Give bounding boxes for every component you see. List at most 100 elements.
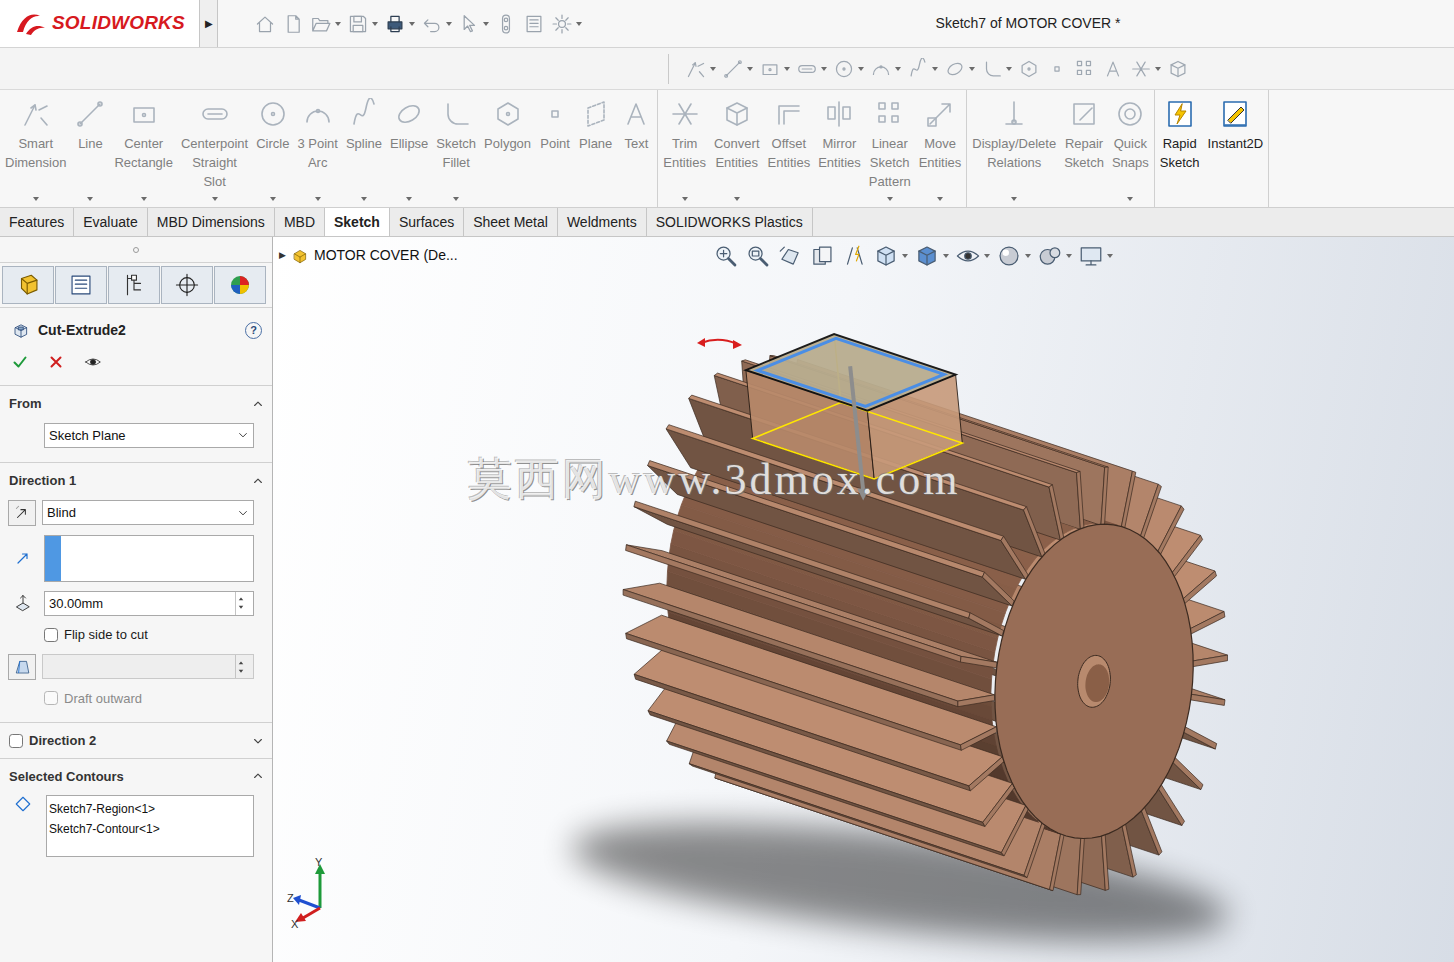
dimension-tool[interactable] [685, 58, 716, 80]
pattern-icon[interactable] [1074, 58, 1096, 80]
cancel-icon[interactable] [48, 354, 64, 370]
zoom-fit-icon[interactable] [713, 243, 739, 269]
command-button[interactable]: Instant2D [1204, 90, 1268, 207]
reverse-direction-icon[interactable] [13, 504, 31, 522]
command-button[interactable]: Circle [252, 90, 293, 207]
tree-part-label[interactable]: MOTOR COVER (De... [314, 245, 458, 266]
convert-tool[interactable] [1167, 58, 1189, 80]
dropdown-arrow-icon[interactable] [932, 67, 938, 71]
dropdown-arrow-icon[interactable] [1127, 197, 1133, 201]
dropdown-arrow-icon[interactable] [887, 197, 893, 201]
dropdown-arrow-icon[interactable] [821, 67, 827, 71]
file-properties-button[interactable] [523, 13, 545, 35]
draft-outward-checkbox[interactable] [44, 691, 58, 705]
gear-button[interactable] [551, 13, 582, 35]
dropdown-arrow-icon[interactable] [483, 22, 489, 26]
dropdown-arrow-icon[interactable] [943, 254, 949, 258]
command-button[interactable]: Linear Sketch Pattern [865, 90, 915, 207]
direction-selection-box[interactable] [44, 535, 254, 582]
solidworks-logo[interactable]: SOLIDWORKS [0, 0, 200, 47]
dropdown-arrow-icon[interactable] [361, 197, 367, 201]
depth-spinner[interactable] [44, 591, 254, 617]
scene-icon[interactable] [1037, 243, 1063, 269]
command-button[interactable]: Smart Dimension [1, 90, 70, 207]
dimxpert-icon[interactable] [174, 272, 200, 298]
view-orientation-button[interactable] [873, 243, 908, 269]
motor-model[interactable] [273, 237, 1454, 962]
command-button[interactable]: Sketch Fillet [432, 90, 480, 207]
feature-manager-tab[interactable] [2, 266, 54, 304]
circle-tool[interactable] [833, 58, 864, 80]
pattern-tool[interactable] [1074, 58, 1096, 80]
contours-list[interactable]: Sketch7-Region<1>Sketch7-Contour<1> [46, 795, 254, 857]
spin-down-icon[interactable] [236, 667, 246, 676]
offset-icon[interactable] [773, 98, 805, 130]
chevron-icon[interactable] [252, 735, 264, 747]
print-button[interactable] [384, 13, 415, 35]
move-icon[interactable] [924, 98, 956, 130]
arc-tool[interactable] [870, 58, 901, 80]
chevron-icon[interactable] [252, 398, 264, 410]
text-icon[interactable] [620, 98, 652, 130]
configuration-icon[interactable] [121, 272, 147, 298]
menu-toggle-button[interactable]: ▶ [200, 0, 218, 47]
dropdown-chevron-icon[interactable] [237, 429, 249, 441]
arc-icon[interactable] [302, 98, 334, 130]
ellipse-icon[interactable] [393, 98, 425, 130]
dynamic-annotation-button[interactable] [841, 243, 867, 269]
dropdown-arrow-icon[interactable] [372, 22, 378, 26]
ellipse-icon[interactable] [944, 58, 966, 80]
display-manager-icon[interactable] [227, 272, 253, 298]
property-list-icon[interactable] [68, 272, 94, 298]
dropdown-arrow-icon[interactable] [212, 197, 218, 201]
spline-icon[interactable] [907, 58, 929, 80]
undo-button[interactable] [421, 13, 452, 35]
dropdown-arrow-icon[interactable] [1006, 67, 1012, 71]
dimxpert-tab[interactable] [161, 266, 213, 304]
dropdown-arrow-icon[interactable] [1011, 197, 1017, 201]
rectangle-icon[interactable] [759, 58, 781, 80]
home-button[interactable] [254, 13, 276, 35]
command-button[interactable]: Move Entities [915, 90, 966, 207]
save-icon[interactable] [347, 13, 369, 35]
slot-icon[interactable] [796, 58, 818, 80]
dropdown-arrow-icon[interactable] [858, 67, 864, 71]
draft-outward[interactable]: Draft outward [8, 689, 254, 709]
dropdown-arrow-icon[interactable] [969, 67, 975, 71]
gear-icon[interactable] [551, 13, 573, 35]
command-button[interactable]: Offset Entities [764, 90, 815, 207]
dropdown-arrow-icon[interactable] [784, 67, 790, 71]
section-header[interactable]: Direction 1 [0, 463, 272, 498]
section-checkbox[interactable] [9, 734, 23, 748]
command-button[interactable]: Center Rectangle [110, 90, 177, 207]
flip-side[interactable]: Flip side to cut [8, 625, 254, 645]
command-button[interactable]: Plane [575, 90, 616, 207]
preview-eye-icon[interactable] [84, 353, 102, 371]
hide-show-button[interactable] [955, 243, 990, 269]
mirror-icon[interactable] [823, 98, 855, 130]
spin-up-icon[interactable] [236, 658, 246, 667]
fillet-icon[interactable] [981, 58, 1003, 80]
instant2d-icon[interactable] [1219, 98, 1251, 130]
fillet-icon[interactable] [440, 98, 472, 130]
contour-item[interactable]: Sketch7-Region<1> [49, 799, 251, 819]
line-icon[interactable] [74, 98, 106, 130]
dropdown-arrow-icon[interactable] [682, 197, 688, 201]
pattern-icon[interactable] [874, 98, 906, 130]
chevron-icon[interactable] [252, 475, 264, 487]
home-icon[interactable] [254, 13, 276, 35]
panel-grip[interactable] [0, 237, 272, 263]
command-button[interactable]: Polygon [480, 90, 535, 207]
monitor-icon[interactable] [1078, 243, 1104, 269]
command-button[interactable]: Text [616, 90, 656, 207]
end-condition-select[interactable]: Blind [42, 500, 254, 526]
spline-icon[interactable] [348, 98, 380, 130]
section-header[interactable]: From [0, 386, 272, 421]
command-tab[interactable]: Features [0, 208, 74, 236]
slot-tool[interactable] [796, 58, 827, 80]
command-tab[interactable]: Surfaces [390, 208, 464, 236]
display-style-button[interactable] [914, 243, 949, 269]
command-tab[interactable]: Sketch [325, 208, 390, 236]
rebuild-button[interactable] [495, 13, 517, 35]
zoom-area-button[interactable] [745, 243, 771, 269]
